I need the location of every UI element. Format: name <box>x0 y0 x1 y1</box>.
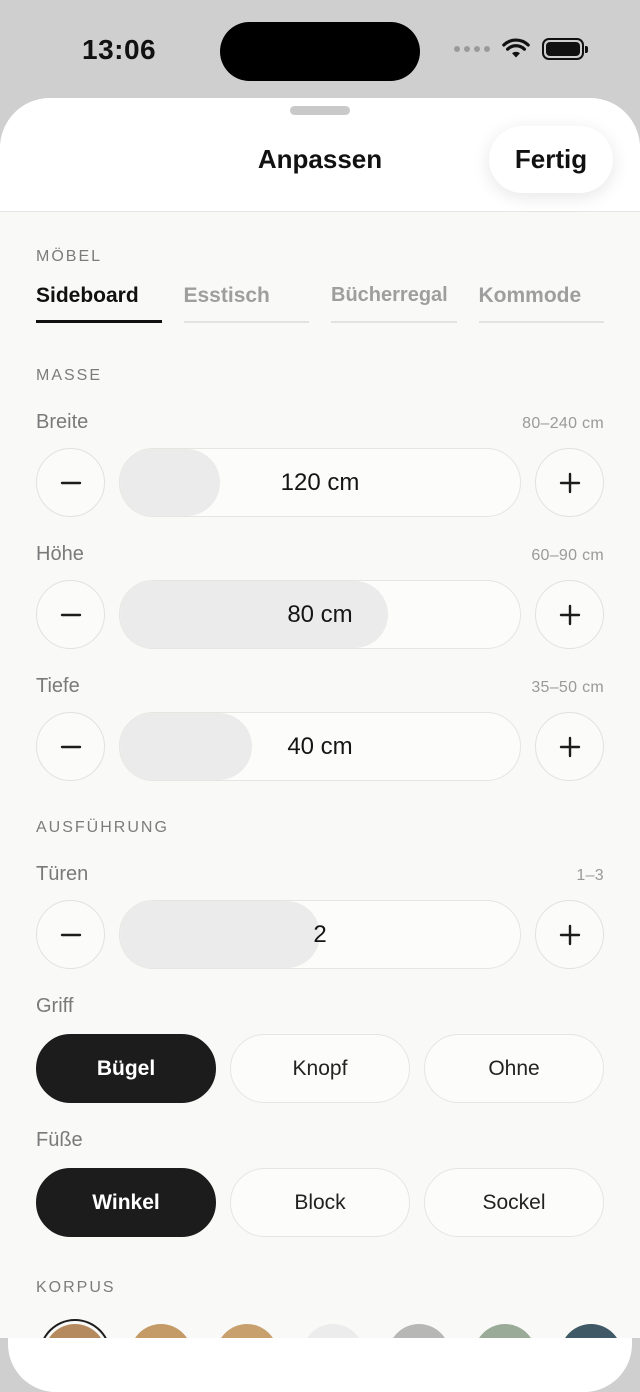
finish-section-label: AUSFÜHRUNG <box>36 819 169 836</box>
tab-esstisch[interactable]: Esstisch <box>183 284 309 323</box>
sheet-grabber[interactable] <box>290 106 350 115</box>
height-field: Höhe 60–90 cm 80 cm <box>36 543 604 649</box>
depth-field: Tiefe 35–50 cm 40 cm <box>36 675 604 781</box>
furniture-tabs: Sideboard Esstisch Bücherregal Kommode <box>36 284 604 323</box>
width-field: Breite 80–240 cm 120 cm <box>36 411 604 517</box>
feet-options: Winkel Block Sockel <box>36 1168 604 1237</box>
furniture-section-label: MÖBEL <box>36 248 103 265</box>
width-label: Breite <box>36 411 89 433</box>
tab-buecherregal[interactable]: Bücherregal <box>331 284 457 323</box>
body-color-swatches <box>0 1228 640 1338</box>
depth-value: 40 cm <box>287 732 353 760</box>
sheet-header: Anpassen Fertig <box>0 98 640 212</box>
width-value: 120 cm <box>280 468 360 496</box>
doors-slider[interactable]: 2 <box>119 900 521 969</box>
swatch-color-3[interactable] <box>216 1324 278 1338</box>
height-stepper: 80 cm <box>36 580 604 649</box>
swatch-color-6[interactable] <box>474 1324 536 1338</box>
feet-option-block[interactable]: Block <box>230 1168 410 1237</box>
height-label: Höhe <box>36 543 84 565</box>
width-decrement-button[interactable] <box>36 448 105 517</box>
customize-sheet: Anpassen Fertig MÖBEL Sideboard Esstisch… <box>0 98 640 1338</box>
wifi-icon <box>502 38 530 58</box>
status-icons <box>454 38 588 60</box>
status-bar: 13:06 <box>0 0 640 100</box>
minus-icon <box>60 933 81 936</box>
width-range: 80–240 cm <box>522 415 604 432</box>
height-slider[interactable]: 80 cm <box>119 580 521 649</box>
height-decrement-button[interactable] <box>36 580 105 649</box>
feet-label: Füße <box>36 1129 83 1151</box>
depth-range: 35–50 cm <box>531 679 604 696</box>
cellular-signal-icon <box>454 46 490 52</box>
width-slider[interactable]: 120 cm <box>119 448 521 517</box>
doors-field: Türen 1–3 2 <box>36 863 604 969</box>
doors-value: 2 <box>313 920 327 948</box>
width-stepper: 120 cm <box>36 448 604 517</box>
feet-option-sockel[interactable]: Sockel <box>424 1168 604 1237</box>
swatch-color-7[interactable] <box>560 1324 622 1338</box>
done-button[interactable]: Fertig <box>489 126 613 193</box>
height-increment-button[interactable] <box>535 580 604 649</box>
minus-icon <box>60 613 81 616</box>
swatch-color-4[interactable] <box>302 1324 364 1338</box>
depth-stepper: 40 cm <box>36 712 604 781</box>
minus-icon <box>60 745 81 748</box>
plus-icon <box>559 924 580 945</box>
feet-option-winkel[interactable]: Winkel <box>36 1168 216 1237</box>
doors-decrement-button[interactable] <box>36 900 105 969</box>
tab-kommode[interactable]: Kommode <box>478 284 604 323</box>
dynamic-island <box>220 22 420 81</box>
width-increment-button[interactable] <box>535 448 604 517</box>
doors-stepper: 2 <box>36 900 604 969</box>
doors-range: 1–3 <box>576 867 604 884</box>
doors-label: Türen <box>36 863 89 885</box>
dimensions-section-label: MASSE <box>36 367 103 384</box>
status-time: 13:06 <box>82 34 157 65</box>
handle-option-ohne[interactable]: Ohne <box>424 1034 604 1103</box>
minus-icon <box>60 481 81 484</box>
plus-icon <box>559 736 580 757</box>
depth-decrement-button[interactable] <box>36 712 105 781</box>
handle-label: Griff <box>36 995 74 1017</box>
feet-field: Füße Winkel Block Sockel <box>36 1129 604 1237</box>
handle-field: Griff Bügel Knopf Ohne <box>36 995 604 1103</box>
depth-slider[interactable]: 40 cm <box>119 712 521 781</box>
height-range: 60–90 cm <box>531 547 604 564</box>
plus-icon <box>559 604 580 625</box>
swatch-color-2[interactable] <box>130 1324 192 1338</box>
battery-icon <box>542 38 588 60</box>
swatch-color-5[interactable] <box>388 1324 450 1338</box>
depth-increment-button[interactable] <box>535 712 604 781</box>
handle-option-buegel[interactable]: Bügel <box>36 1034 216 1103</box>
depth-label: Tiefe <box>36 675 80 697</box>
handle-option-knopf[interactable]: Knopf <box>230 1034 410 1103</box>
tab-sideboard[interactable]: Sideboard <box>36 284 162 323</box>
height-value: 80 cm <box>287 600 353 628</box>
doors-increment-button[interactable] <box>535 900 604 969</box>
bottom-sheet-edge <box>8 1338 632 1392</box>
swatch-color-1[interactable] <box>44 1324 106 1338</box>
plus-icon <box>559 472 580 493</box>
handle-options: Bügel Knopf Ohne <box>36 1034 604 1103</box>
